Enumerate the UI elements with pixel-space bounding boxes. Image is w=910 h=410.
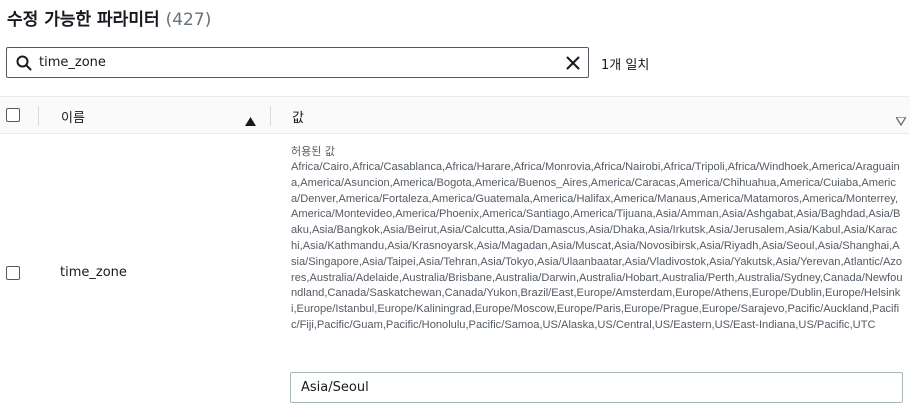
clear-search-button[interactable] (558, 48, 588, 77)
column-divider[interactable] (38, 106, 39, 126)
column-header-name[interactable]: 이름 (61, 107, 85, 126)
table-header: 이름 값 (0, 96, 910, 134)
parameter-count: (427) (165, 10, 212, 30)
search-box (6, 47, 589, 78)
match-count: 1개 일치 (601, 58, 650, 73)
page-header: 수정 가능한 파라미터 (427) (7, 5, 211, 31)
close-icon (566, 56, 580, 69)
caret-up-icon[interactable] (245, 111, 256, 130)
search-input[interactable] (39, 48, 558, 77)
allowed-values-text: Africa/Cairo,Africa/Casablanca,Africa/Ha… (291, 161, 903, 331)
row-checkbox[interactable] (6, 266, 20, 280)
parameter-value-input[interactable] (290, 372, 903, 403)
table-row: time_zone 허용된 값 Africa/Cairo,Africa/Casa… (0, 134, 910, 410)
parameter-name: time_zone (60, 265, 127, 280)
column-divider[interactable] (270, 106, 271, 126)
page-title: 수정 가능한 파라미터 (7, 10, 160, 30)
allowed-values-label: 허용된 값 (291, 145, 335, 158)
caret-down-icon[interactable] (894, 111, 908, 130)
search-icon (16, 55, 32, 71)
column-header-value[interactable]: 값 (292, 107, 304, 126)
select-all-checkbox[interactable] (6, 108, 20, 122)
parameters-page: 수정 가능한 파라미터 (427) 1개 일치 이름 값 (0, 0, 910, 410)
